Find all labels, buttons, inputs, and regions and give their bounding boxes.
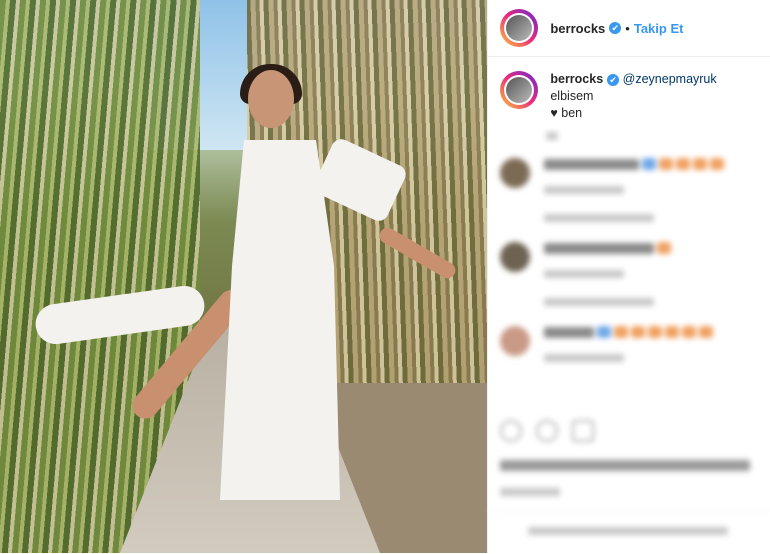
- comment-meta-bar: [544, 270, 625, 278]
- caption-mention-link[interactable]: @zeynepmayruk: [623, 72, 717, 86]
- share-icon[interactable]: [572, 420, 595, 442]
- comment-emoji: [676, 158, 691, 170]
- comment-emoji: [648, 326, 663, 338]
- comment-line: [544, 158, 725, 170]
- comment-line: [544, 242, 672, 254]
- photo-arm: [376, 224, 459, 282]
- heart-icon[interactable]: [500, 420, 523, 442]
- comment-emoji: [710, 158, 725, 170]
- add-comment-bar: [528, 527, 729, 535]
- caption-meta-bar: [546, 132, 559, 140]
- verified-badge-icon: ✔: [609, 22, 622, 34]
- post-header: berrocks ✔ • Takip Et: [488, 0, 770, 57]
- comment-replies-bar: [544, 214, 655, 222]
- post-caption: berrocks ✔ @zeynepmayruk elbisem ♥ ben: [488, 57, 770, 122]
- comment-replies-bar: [544, 298, 655, 306]
- likes-bar: [500, 460, 751, 471]
- comment-emoji: [657, 242, 672, 254]
- avatar-image: [506, 77, 533, 103]
- comment-item: [488, 242, 770, 306]
- comment-emoji: [665, 326, 680, 338]
- post-sidebar: berrocks ✔ • Takip Et berrocks ✔ @zeynepm…: [487, 0, 770, 553]
- comment-icon[interactable]: [536, 420, 559, 442]
- header-username[interactable]: berrocks: [550, 21, 605, 36]
- follow-button[interactable]: Takip Et: [634, 21, 684, 36]
- caption-username[interactable]: berrocks: [550, 72, 603, 86]
- comment-body: [544, 242, 672, 306]
- comment-body: [544, 326, 714, 362]
- comment-meta-bar: [544, 354, 625, 362]
- comment-emoji: [631, 326, 646, 338]
- photo-woman-white-dress: [33, 60, 460, 550]
- comment-emoji: [642, 158, 657, 170]
- comment-emoji: [693, 158, 708, 170]
- header-separator: •: [625, 20, 630, 36]
- comment-line: [544, 326, 714, 338]
- caption-body: elbisem: [550, 89, 594, 103]
- verified-badge-icon: ✔: [607, 73, 620, 86]
- comment-text-bar: [544, 242, 655, 254]
- comment-emoji: [659, 158, 674, 170]
- comment-text-bar: [544, 158, 640, 170]
- comment-emoji: [597, 326, 612, 338]
- caption-line-two: ben: [557, 106, 583, 120]
- post-date-blurred: [500, 488, 561, 496]
- avatar-ring: [504, 75, 535, 105]
- comment-avatar[interactable]: [500, 242, 531, 272]
- comment-text-bar: [544, 326, 595, 338]
- caption-meta-blurred: [546, 132, 770, 140]
- comment-emoji: [699, 326, 714, 338]
- comment-body: [544, 158, 725, 222]
- avatar-image: [506, 15, 533, 41]
- comment-emoji: [614, 326, 629, 338]
- caption-text: berrocks ✔ @zeynepmayruk elbisem ♥ ben: [550, 71, 758, 122]
- post-photo[interactable]: [0, 0, 488, 553]
- caption-avatar[interactable]: [500, 71, 539, 109]
- comment-meta-bar: [544, 186, 625, 194]
- instagram-post: berrocks ✔ • Takip Et berrocks ✔ @zeynepm…: [0, 0, 770, 553]
- avatar-ring: [504, 13, 535, 43]
- comment-item: [488, 326, 770, 362]
- heart-icon: ♥: [550, 106, 558, 120]
- post-actions: [500, 420, 595, 442]
- photo-face: [248, 70, 294, 128]
- comment-avatar[interactable]: [500, 158, 531, 188]
- add-comment-area[interactable]: [488, 510, 770, 554]
- comment-avatar[interactable]: [500, 326, 531, 356]
- date-bar: [500, 488, 561, 496]
- likes-count-blurred[interactable]: [500, 460, 751, 471]
- comment-emoji: [682, 326, 697, 338]
- header-avatar[interactable]: [500, 9, 539, 47]
- comment-item: [488, 158, 770, 222]
